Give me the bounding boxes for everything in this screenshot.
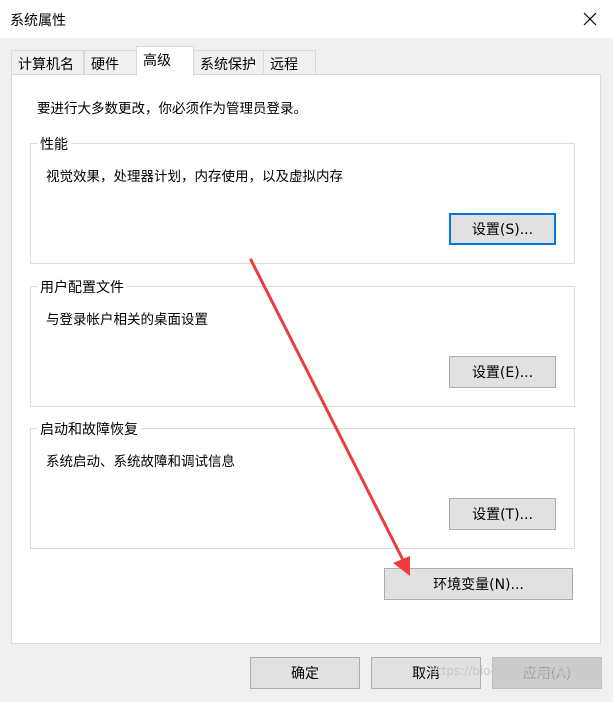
title-bar: 系统属性 — [0, 0, 613, 38]
performance-group: 性能 视觉效果，处理器计划，内存使用，以及虚拟内存 — [30, 134, 575, 264]
environment-variables-button[interactable]: 环境变量(N)... — [384, 568, 573, 600]
user-profiles-settings-button[interactable]: 设置(E)... — [449, 356, 556, 388]
startup-recovery-description: 系统启动、系统故障和调试信息 — [46, 454, 235, 470]
window-title: 系统属性 — [10, 13, 66, 29]
startup-recovery-group: 启动和故障恢复 系统启动、系统故障和调试信息 — [30, 419, 575, 549]
user-profiles-description: 与登录帐户相关的桌面设置 — [46, 312, 208, 328]
user-profiles-group: 用户配置文件 与登录帐户相关的桌面设置 — [30, 277, 575, 407]
watermark: https://blog.csdn.net/aaxzsuj — [429, 664, 603, 678]
tab-remote[interactable]: 远程 — [263, 50, 316, 74]
user-profiles-group-title: 用户配置文件 — [37, 277, 127, 297]
close-button[interactable] — [567, 0, 613, 38]
ok-button[interactable]: 确定 — [250, 657, 360, 689]
close-icon — [583, 12, 597, 26]
performance-settings-button[interactable]: 设置(S)... — [449, 213, 556, 245]
tab-system-protection[interactable]: 系统保护 — [193, 50, 264, 74]
tab-advanced[interactable]: 高级 — [136, 46, 194, 76]
startup-recovery-settings-button[interactable]: 设置(T)... — [449, 498, 556, 530]
tab-computer-name[interactable]: 计算机名 — [11, 50, 84, 74]
startup-recovery-group-title: 启动和故障恢复 — [37, 419, 141, 439]
performance-group-title: 性能 — [37, 134, 71, 154]
admin-note: 要进行大多数更改，你必须作为管理员登录。 — [37, 101, 307, 117]
tab-hardware[interactable]: 硬件 — [84, 50, 137, 74]
performance-description: 视觉效果，处理器计划，内存使用，以及虚拟内存 — [46, 169, 343, 185]
